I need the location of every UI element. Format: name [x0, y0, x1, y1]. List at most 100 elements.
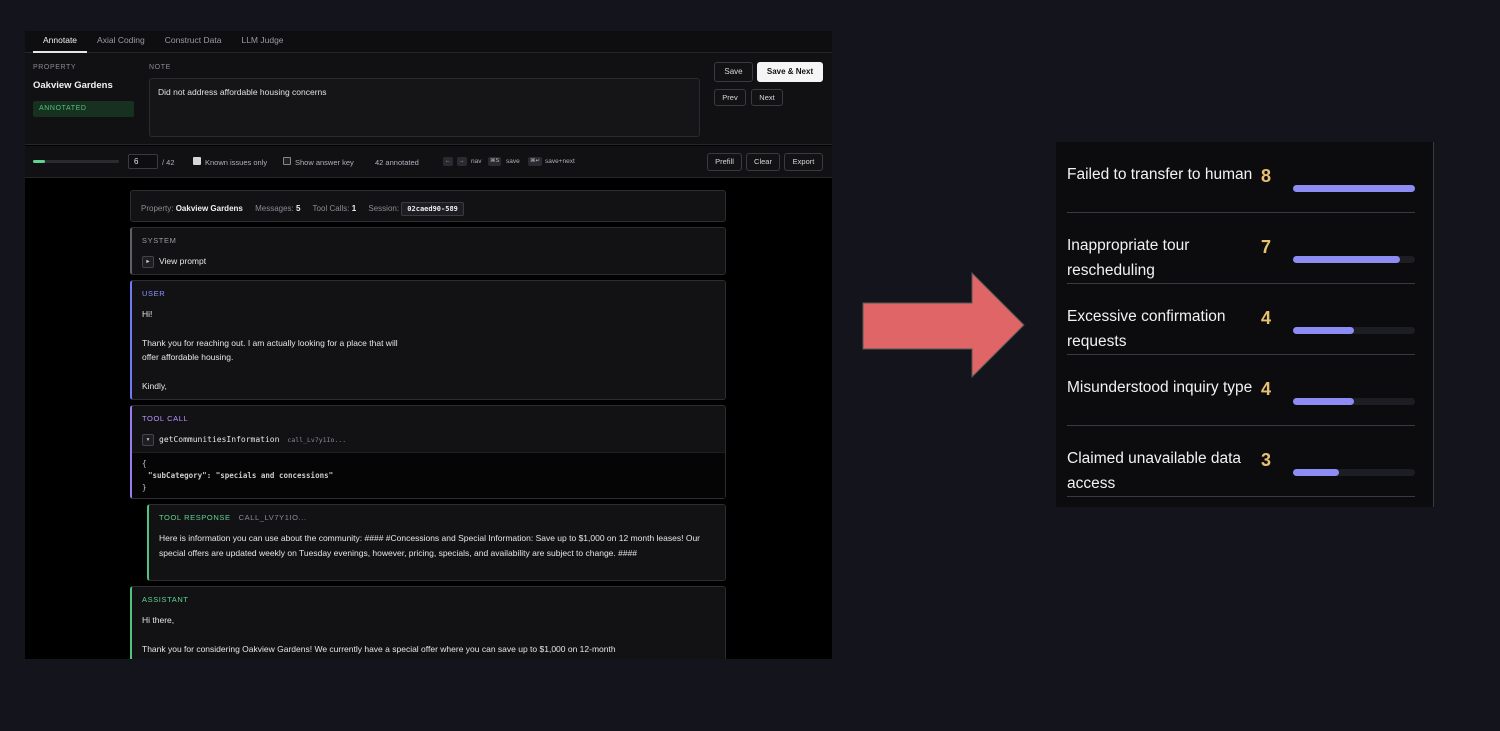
session-meta: Property: Oakview Gardens Messages: 5 To…: [130, 190, 726, 222]
bar-track: [1293, 398, 1415, 405]
meta-session-label: Session:: [368, 204, 400, 213]
show-answer-key-checkbox[interactable]: [283, 157, 291, 165]
category-label: Claimed unavailable data access: [1067, 450, 1242, 492]
message-line: Thank you for reaching out. I am actuall…: [142, 337, 398, 348]
known-issues-checkbox[interactable]: [193, 157, 201, 165]
save-hint: save: [506, 158, 520, 165]
call-id: CALL_LV7Y1IO...: [238, 513, 307, 522]
export-button[interactable]: Export: [784, 153, 823, 171]
tab-axial-coding[interactable]: Axial Coding: [87, 31, 155, 53]
category-label: Excessive confirmation requests: [1067, 308, 1226, 350]
role-label: USER: [142, 289, 166, 298]
arrow-right-icon: [862, 272, 1025, 378]
bar-track: [1293, 327, 1415, 334]
function-name: getCommunitiesInformation: [159, 435, 280, 444]
category-label: Inappropriate tour rescheduling: [1067, 237, 1190, 279]
category-label: Misunderstood inquiry type: [1067, 379, 1253, 396]
conversation: Property: Oakview Gardens Messages: 5 To…: [130, 190, 726, 659]
property-label: PROPERTY: [33, 64, 77, 71]
code-line: }: [142, 482, 147, 492]
role-label: TOOL CALL: [142, 414, 189, 423]
annotated-count: 42 annotated: [375, 158, 419, 167]
value-label: 7: [1260, 237, 1271, 257]
status-badge: ANNOTATED: [33, 101, 134, 117]
tab-annotate[interactable]: Annotate: [33, 31, 88, 53]
bar: [1293, 398, 1354, 405]
save-next-hint: save+next: [545, 158, 575, 165]
key-save: ⌘S: [488, 157, 502, 166]
tool-arguments: { "subCategory": "specials and concessio…: [132, 451, 725, 498]
tab-construct-data[interactable]: Construct Data: [155, 31, 232, 53]
key-prev: ←: [443, 157, 453, 166]
code-line: {: [142, 458, 147, 468]
bar: [1293, 185, 1415, 192]
key-next: →: [457, 157, 467, 166]
property-name: Oakview Gardens: [33, 80, 113, 91]
assistant-message: ASSISTANT Hi there, Thank you for consid…: [130, 586, 726, 659]
call-id: call_Lv7y1Io...: [287, 436, 347, 444]
meta-messages-label: Messages:: [255, 204, 294, 213]
annotation-header: PROPERTY Oakview Gardens ANNOTATED NOTE …: [25, 53, 832, 145]
message-line: offer affordable housing.: [142, 352, 234, 362]
tool-call-message: TOOL CALL ▾ getCommunitiesInformation call…: [130, 405, 726, 499]
show-answer-key-label: Show answer key: [295, 158, 354, 167]
value-label: 8: [1260, 166, 1271, 186]
message-line: Thank you for considering Oakview Garden…: [142, 643, 616, 654]
value-label: 4: [1260, 308, 1271, 328]
chart-row: Claimed unavailable data access 3: [1067, 426, 1415, 497]
collapse-icon[interactable]: ▾: [142, 433, 154, 446]
annotation-app: Annotate Axial Coding Construct Data LLM…: [25, 31, 832, 659]
arrow-shape: [862, 272, 1025, 378]
message-line: Kindly,: [142, 380, 167, 391]
role-label: ASSISTANT: [142, 595, 189, 604]
record-index-input[interactable]: 6: [128, 154, 158, 169]
save-button[interactable]: Save: [714, 62, 753, 82]
navigation-toolbar: 6 / 42 Known issues only Show answer key…: [25, 146, 832, 178]
bar-track: [1293, 256, 1415, 263]
tab-bar: Annotate Axial Coding Construct Data LLM…: [25, 31, 832, 53]
tool-response-message: TOOL RESPONSE CALL_LV7Y1IO... Here is inf…: [147, 504, 726, 581]
bar-track: [1293, 185, 1415, 192]
meta-tool-calls-label: Tool Calls:: [312, 204, 350, 213]
message-line: Hi!: [142, 309, 153, 319]
meta-property-label: Property:: [141, 204, 174, 213]
value-label: 3: [1260, 450, 1271, 470]
value-label: 4: [1260, 379, 1271, 399]
note-field[interactable]: Did not address affordable housing conce…: [149, 78, 700, 137]
known-issues-label: Known issues only: [205, 158, 268, 167]
prev-button[interactable]: Prev: [714, 89, 746, 106]
tab-llm-judge[interactable]: LLM Judge: [231, 31, 293, 53]
chart-row: Inappropriate tour rescheduling 7: [1067, 213, 1415, 284]
clear-button[interactable]: Clear: [746, 153, 780, 171]
chart-row: Excessive confirmation requests 4: [1067, 284, 1415, 355]
role-header: TOOL RESPONSE CALL_LV7Y1IO...: [159, 513, 715, 522]
nav-hint: nav: [471, 158, 482, 165]
failure-modes-chart: Failed to transfer to human 8 Inappropriat…: [1056, 142, 1434, 507]
system-message: SYSTEM ► View prompt: [130, 227, 726, 275]
chart-row: Misunderstood inquiry type 4: [1067, 355, 1415, 426]
category-label: Failed to transfer to human: [1067, 166, 1253, 183]
progress-fill: [33, 160, 46, 163]
user-message: USER Hi! Thank you for reaching out. I a…: [130, 280, 726, 400]
meta-messages-value: 5: [296, 204, 301, 213]
key-save-next: ⌘↵: [528, 157, 543, 166]
message-text: Here is information you can use about th…: [159, 533, 701, 558]
next-button[interactable]: Next: [751, 89, 783, 106]
save-next-button[interactable]: Save & Next: [757, 62, 823, 82]
message-line: Hi there,: [142, 615, 175, 625]
bar: [1293, 256, 1400, 263]
bar: [1293, 327, 1354, 334]
chart-row: Failed to transfer to human 8: [1067, 142, 1415, 213]
view-prompt-link[interactable]: View prompt: [159, 256, 206, 266]
expand-icon[interactable]: ►: [142, 255, 154, 268]
progress-bar: [33, 160, 119, 163]
bar: [1293, 469, 1339, 476]
record-total: / 42: [162, 158, 175, 167]
note-label: NOTE: [149, 64, 171, 71]
role-label: SYSTEM: [142, 236, 177, 245]
session-id: 02caed90-589: [401, 202, 464, 216]
prefill-button[interactable]: Prefill: [707, 153, 742, 171]
meta-property-value: Oakview Gardens: [175, 204, 243, 213]
bar-track: [1293, 469, 1415, 476]
meta-tool-calls-value: 1: [351, 204, 357, 213]
